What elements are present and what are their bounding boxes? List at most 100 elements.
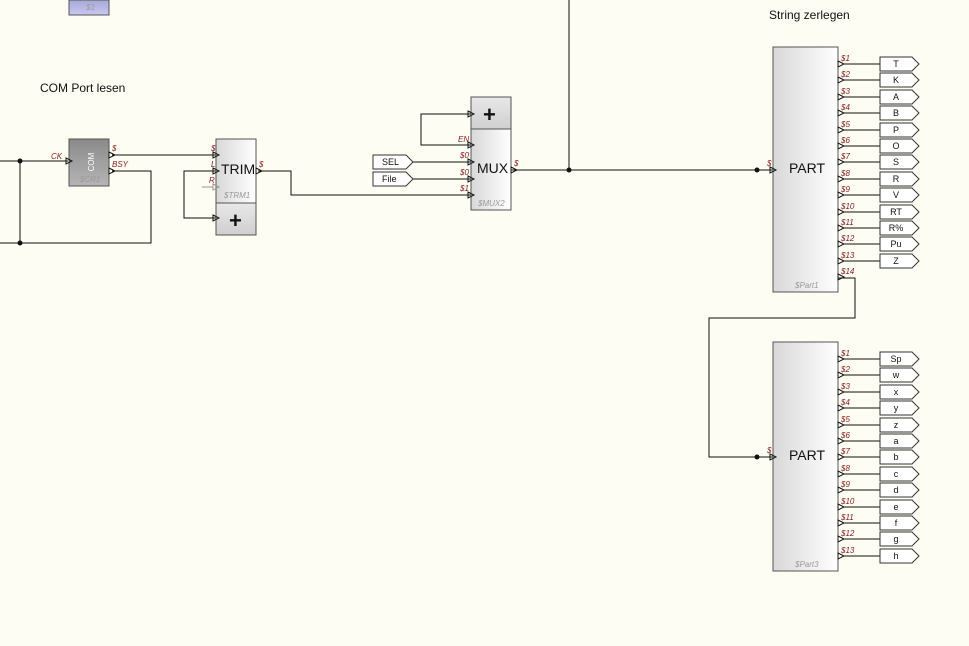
part3-title: PART bbox=[789, 447, 825, 463]
junction-dots bbox=[17, 158, 760, 460]
s1-reference-block[interactable]: $1 bbox=[68, 0, 110, 16]
part1-pin-4: $4 bbox=[840, 103, 850, 112]
part3-pin-7: $7 bbox=[840, 447, 850, 456]
part1-pin-6: $6 bbox=[840, 136, 850, 145]
com-pin-ck: CK bbox=[51, 152, 63, 161]
part3-block[interactable]: PART $Part3 $ $1 Sp $2 w $3 x $4 y $5 z $6 a $7 b $8 c $… bbox=[766, 341, 920, 572]
part3-output-label: a bbox=[893, 436, 898, 446]
part1-output-1[interactable]: T bbox=[879, 56, 920, 72]
part1-output-11[interactable]: R% bbox=[879, 220, 920, 236]
part1-output-6[interactable]: O bbox=[879, 138, 920, 154]
input-sel[interactable]: SEL bbox=[372, 154, 414, 170]
part3-output-label: c bbox=[894, 469, 899, 479]
part1-pin-in: $ bbox=[766, 159, 772, 168]
part1-output-8[interactable]: R bbox=[879, 171, 920, 187]
part3-pin-5: $5 bbox=[840, 415, 850, 424]
part3-output-7[interactable]: b bbox=[879, 449, 920, 465]
mux-plus-button[interactable]: + bbox=[467, 96, 512, 130]
part1-output-label: T bbox=[893, 59, 899, 69]
s1-reference-label: $1 bbox=[85, 3, 95, 12]
part1-output-label: P bbox=[893, 125, 899, 135]
mux-block[interactable]: MUX $MUX2 EN $0 $0 $1 $ bbox=[458, 128, 519, 211]
part3-output-11[interactable]: f bbox=[879, 515, 920, 531]
com-pin-bsy: BSY bbox=[112, 160, 129, 169]
com-block[interactable]: COM $CR1 CK $ BSY bbox=[51, 138, 129, 187]
part1-output-label: Z bbox=[893, 256, 899, 266]
part3-output-8[interactable]: c bbox=[879, 466, 920, 482]
part1-output-10[interactable]: RT bbox=[879, 204, 920, 220]
part1-output-label: A bbox=[893, 92, 899, 102]
part1-output-label: S bbox=[893, 157, 899, 167]
mux-instance-label: $MUX2 bbox=[477, 199, 505, 208]
com-instance-label: $CR1 bbox=[79, 175, 100, 184]
trim-pin-out: $ bbox=[258, 160, 264, 169]
part3-output-label: h bbox=[893, 551, 898, 561]
mux-pin-out: $ bbox=[513, 159, 519, 168]
part1-pin-2: $2 bbox=[840, 70, 850, 79]
part1-block[interactable]: PART $Part1 $ $1 T $2 K $3 A $4 B $5 P $6 O $7 S $8 R $9… bbox=[766, 46, 920, 293]
part3-output-3[interactable]: x bbox=[879, 384, 920, 400]
input-file-label: File bbox=[382, 174, 397, 184]
part3-pin-13: $13 bbox=[840, 546, 855, 555]
split-section-label: String zerlegen bbox=[769, 8, 850, 22]
part1-output-4[interactable]: B bbox=[879, 105, 920, 121]
part3-pin-9: $9 bbox=[840, 480, 850, 489]
part1-output-3[interactable]: A bbox=[879, 89, 920, 105]
part1-output-9[interactable]: V bbox=[879, 187, 920, 203]
input-file[interactable]: File bbox=[372, 171, 414, 187]
part1-pin-8: $8 bbox=[840, 169, 850, 178]
part3-output-label: g bbox=[893, 534, 898, 544]
com-block-title: COM bbox=[87, 152, 96, 171]
part1-output-label: R% bbox=[889, 223, 904, 233]
part1-output-5[interactable]: P bbox=[879, 122, 920, 138]
part3-pin-1: $1 bbox=[840, 349, 850, 358]
trim-pin-r: R bbox=[209, 176, 215, 185]
part3-output-12[interactable]: g bbox=[879, 531, 920, 547]
part3-pin-12: $12 bbox=[840, 529, 855, 538]
part3-output-13[interactable]: h bbox=[879, 548, 920, 564]
part3-pin-4: $4 bbox=[840, 398, 850, 407]
input-sel-label: SEL bbox=[382, 157, 399, 167]
part3-pin-3: $3 bbox=[840, 382, 850, 391]
part1-output-label: V bbox=[893, 190, 899, 200]
part3-pin-10: $10 bbox=[840, 497, 855, 506]
part1-title: PART bbox=[789, 160, 825, 176]
part1-output-label: O bbox=[892, 141, 899, 151]
part3-output-6[interactable]: a bbox=[879, 433, 920, 449]
part1-pin-11: $11 bbox=[840, 218, 854, 227]
trim-plus-button[interactable]: + bbox=[212, 202, 257, 236]
mux-block-title: MUX bbox=[477, 160, 509, 176]
part3-pin-6: $6 bbox=[840, 431, 850, 440]
part3-output-2[interactable]: w bbox=[879, 367, 920, 383]
part1-pin-1: $1 bbox=[840, 54, 850, 63]
part1-pin-9: $9 bbox=[840, 185, 850, 194]
com-pin-s: $ bbox=[111, 144, 117, 153]
part3-output-9[interactable]: d bbox=[879, 482, 920, 498]
mux-plus-label: + bbox=[483, 102, 496, 127]
part1-output-label: B bbox=[893, 108, 899, 118]
part3-output-label: b bbox=[893, 452, 898, 462]
trim-instance-label: $TRM1 bbox=[223, 191, 250, 200]
part3-output-10[interactable]: e bbox=[879, 499, 920, 515]
part1-pin-3: $3 bbox=[840, 87, 850, 96]
part1-output-label: K bbox=[893, 75, 899, 85]
part3-output-label: e bbox=[893, 502, 898, 512]
part1-output-2[interactable]: K bbox=[879, 72, 920, 88]
part3-output-5[interactable]: z bbox=[879, 417, 920, 433]
part1-output-13[interactable]: Z bbox=[879, 253, 920, 269]
part3-pin-11: $11 bbox=[840, 513, 854, 522]
part1-pin-14: $14 bbox=[840, 267, 855, 276]
part3-instance-label: $Part3 bbox=[794, 560, 819, 569]
part1-output-12[interactable]: Pu bbox=[879, 236, 920, 252]
part3-output-label: d bbox=[893, 485, 898, 495]
part3-output-label: w bbox=[892, 370, 900, 380]
part3-output-4[interactable]: y bbox=[879, 400, 920, 416]
part1-pin-5: $5 bbox=[840, 120, 850, 129]
com-section-label: COM Port lesen bbox=[40, 81, 125, 95]
part3-pin-in: $ bbox=[766, 446, 772, 455]
part1-output-label: RT bbox=[890, 207, 902, 217]
part3-output-1[interactable]: Sp bbox=[879, 351, 920, 367]
part3-output-label: y bbox=[894, 403, 899, 413]
part1-output-label: Pu bbox=[890, 239, 901, 249]
part1-output-7[interactable]: S bbox=[879, 154, 920, 170]
